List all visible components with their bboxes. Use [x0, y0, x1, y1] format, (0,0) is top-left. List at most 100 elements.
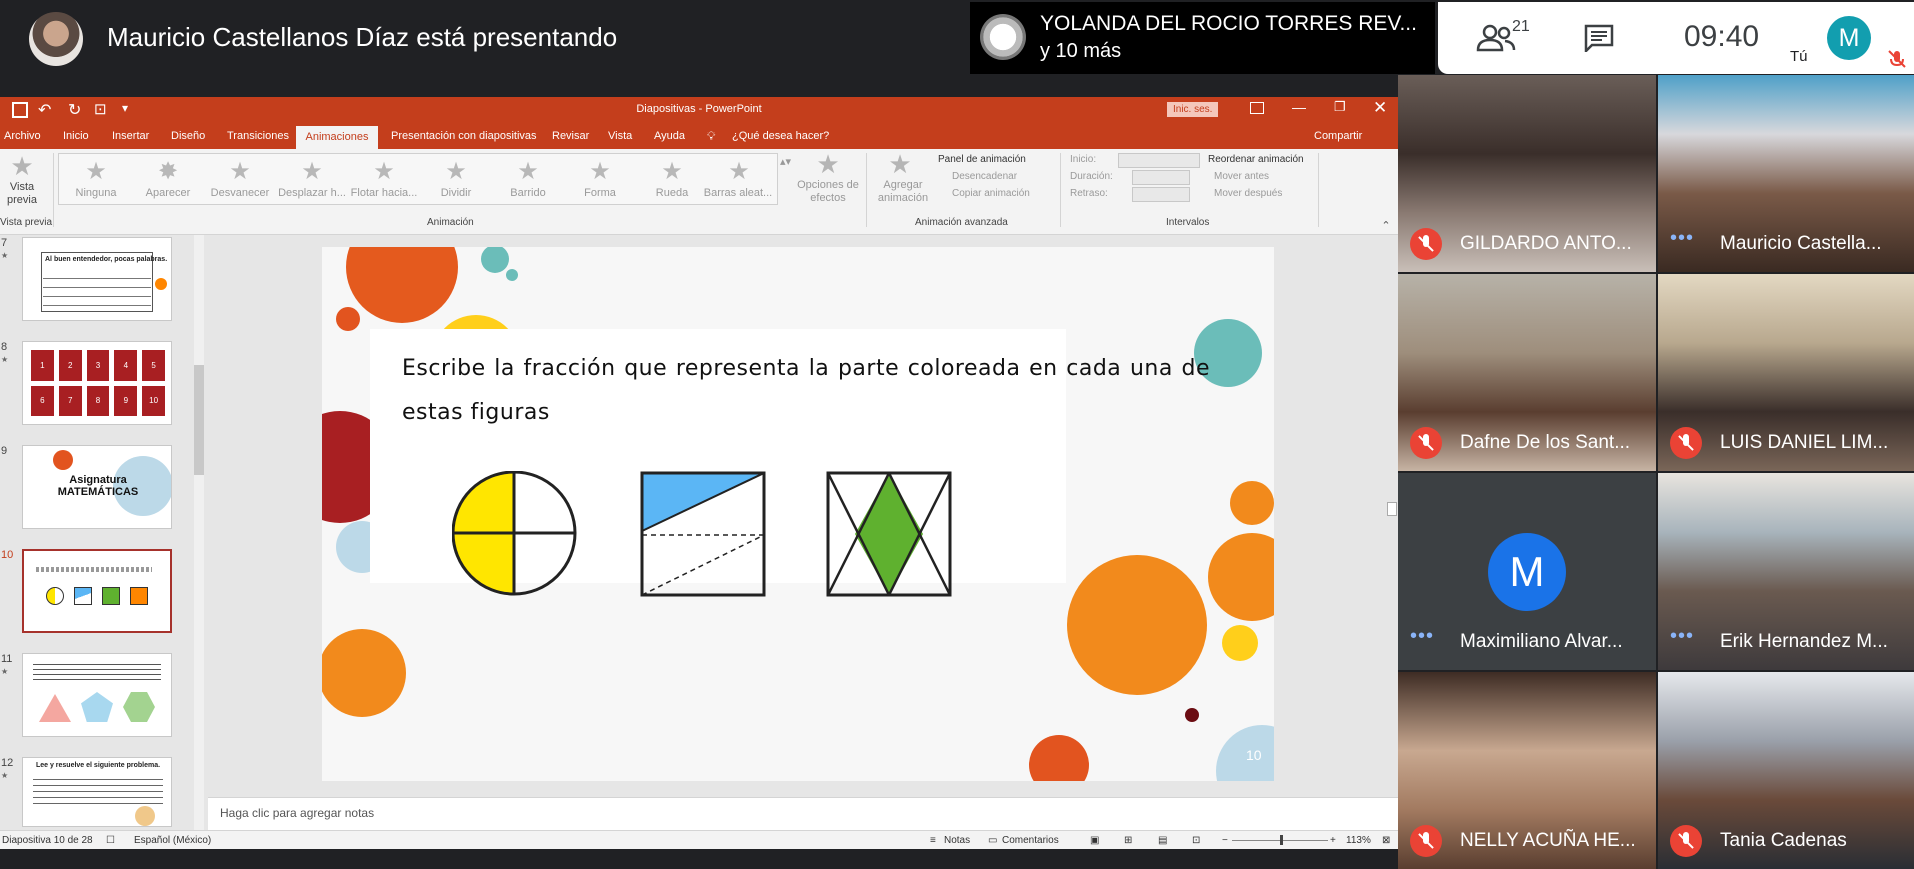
self-label: Tú [1790, 48, 1808, 65]
signin-button[interactable]: Inic. ses. [1167, 102, 1219, 117]
anim-desvanecer[interactable]: Desvanecer [205, 187, 275, 199]
trigger-button[interactable]: Desencadenar [952, 171, 1017, 182]
zoom-in-icon[interactable]: + [1330, 835, 1336, 846]
participant-tile[interactable]: GILDARDO ANTO... [1398, 75, 1656, 272]
minimize-icon[interactable]: — [1292, 99, 1306, 115]
tab-diseno[interactable]: Diseño [171, 130, 205, 142]
duration-input[interactable] [1132, 170, 1190, 185]
participant-tile[interactable]: M ••• Maximiliano Alvar... [1398, 473, 1656, 670]
thumb-pizza [135, 806, 155, 826]
clock: 09:40 [1684, 20, 1760, 53]
active-speaker-box[interactable]: YOLANDA DEL ROCIO TORRES REV... y 10 más [970, 2, 1435, 74]
reading-view-icon[interactable]: ▤ [1158, 835, 1167, 846]
slide-thumbnail-9[interactable]: Asignatura MATEMÁTICAS [22, 445, 172, 529]
thumbnails-scroll-thumb[interactable] [194, 365, 204, 475]
slide-thumbnail-10[interactable] [22, 549, 172, 633]
tab-revisar[interactable]: Revisar [552, 130, 589, 142]
chat-icon[interactable] [1584, 24, 1614, 52]
gallery-scroll-icon[interactable]: ▴▾ [780, 155, 791, 168]
anim-desplazar[interactable]: Desplazar h... [277, 187, 347, 199]
participant-tile[interactable]: ••• Mauricio Castella... [1658, 75, 1914, 272]
tab-presentacion[interactable]: Presentación con diapositivas [391, 130, 537, 142]
anim-forma[interactable]: Forma [565, 187, 635, 199]
participant-name: LUIS DANIEL LIM... [1720, 432, 1889, 453]
star-icon: ★ [373, 158, 395, 185]
slide-canvas[interactable]: Escribe la fracción que representa la pa… [322, 247, 1274, 781]
notes-placeholder: Haga clic para agregar notas [220, 806, 375, 820]
tab-animaciones[interactable]: Animaciones [296, 126, 378, 149]
self-avatar[interactable]: M [1827, 16, 1871, 60]
zoom-out-icon[interactable]: − [1222, 835, 1228, 846]
slide-thumbnail-12[interactable]: Lee y resuelve el siguiente problema. [22, 757, 172, 827]
tab-ayuda[interactable]: Ayuda [654, 130, 685, 142]
mic-off-icon [1410, 427, 1442, 459]
tab-archivo[interactable]: Archivo [4, 130, 41, 142]
powerpoint-window: ↶ ↻ ⊡ ▾ Diapositivas - PowerPoint Inic. … [0, 97, 1398, 849]
move-later-button[interactable]: Mover después [1214, 188, 1282, 199]
mic-off-icon [1670, 427, 1702, 459]
mic-off-icon[interactable] [1886, 48, 1908, 70]
comments-toggle[interactable]: Comentarios [1002, 835, 1059, 846]
effect-options-button[interactable]: Opciones de efectos [796, 179, 860, 205]
thumb-text-line [36, 567, 152, 572]
ribbon-separator [866, 153, 867, 227]
participant-tile[interactable]: Dafne De los Sant... [1398, 274, 1656, 471]
animation-star-icon: ★ [1, 355, 9, 364]
people-icon[interactable] [1476, 24, 1516, 52]
advanced-group-label: Animación avanzada [915, 217, 1008, 228]
slide-scroll-thumb[interactable] [1387, 502, 1397, 516]
slideshow-icon[interactable]: ⊡ [1192, 835, 1200, 846]
participant-tile[interactable]: ••• Erik Hernandez M... [1658, 473, 1914, 670]
ppt-title-bar: ↶ ↻ ⊡ ▾ Diapositivas - PowerPoint Inic. … [0, 97, 1398, 123]
tab-transiciones[interactable]: Transiciones [227, 130, 289, 142]
fit-slide-icon[interactable]: ⊠ [1382, 835, 1390, 846]
tab-inicio[interactable]: Inicio [63, 130, 89, 142]
restore-icon[interactable]: ❐ [1334, 99, 1346, 115]
collapse-ribbon-icon[interactable]: ⌃ [1380, 219, 1392, 232]
thumbnails-scrollbar[interactable] [194, 235, 204, 830]
anim-flotar[interactable]: Flotar hacia... [349, 187, 419, 199]
participant-name: Mauricio Castella... [1720, 233, 1882, 254]
add-animation-button[interactable]: Agregar animación [872, 179, 934, 205]
copy-animation-button[interactable]: Copiar animación [952, 188, 1030, 199]
anim-aparecer[interactable]: Aparecer [133, 187, 203, 199]
zoom-slider-knob[interactable] [1280, 835, 1283, 845]
preview-button[interactable]: Vista previa [2, 181, 42, 207]
ribbon-display-options-icon[interactable] [1250, 102, 1264, 114]
tell-me-search[interactable]: ¿Qué desea hacer? [732, 130, 829, 142]
zoom-level[interactable]: 113% [1346, 835, 1371, 846]
close-icon[interactable]: ✕ [1373, 98, 1387, 118]
thumb-grid-cell: 5 [142, 350, 165, 381]
notes-toggle[interactable]: Notas [944, 835, 970, 846]
thumb-grid-cell: 4 [114, 350, 138, 381]
normal-view-icon[interactable]: ▣ [1090, 835, 1099, 846]
tab-insertar[interactable]: Insertar [112, 130, 149, 142]
slide-thumbnail-11[interactable] [22, 653, 172, 737]
notes-pane[interactable]: Haga clic para agregar notas [208, 797, 1398, 830]
tab-vista[interactable]: Vista [608, 130, 632, 142]
participant-tile[interactable]: LUIS DANIEL LIM... [1658, 274, 1914, 471]
start-label: Inicio: [1070, 154, 1097, 165]
anim-ninguna[interactable]: Ninguna [61, 187, 131, 199]
thumb-pentagon [81, 692, 113, 722]
start-select[interactable] [1118, 153, 1200, 168]
anim-rueda[interactable]: Rueda [637, 187, 707, 199]
anim-dividir[interactable]: Dividir [421, 187, 491, 199]
comments-icon: ▭ [988, 835, 998, 846]
spellcheck-icon[interactable]: ☐ [106, 835, 115, 846]
delay-input[interactable] [1132, 187, 1190, 202]
star-icon: ✸ [157, 158, 179, 185]
slide-thumbnail-7[interactable]: Al buen entendedor, pocas palabras. [22, 237, 172, 321]
move-earlier-button[interactable]: Mover antes [1214, 171, 1269, 182]
participant-tile[interactable]: NELLY ACUÑA HE... [1398, 672, 1656, 869]
anim-barras[interactable]: Barras aleat... [703, 187, 773, 199]
language-status[interactable]: Español (México) [134, 835, 211, 846]
slide-sorter-icon[interactable]: ⊞ [1124, 835, 1132, 846]
participant-tile[interactable]: Tania Cadenas [1658, 672, 1914, 869]
anim-barrido[interactable]: Barrido [493, 187, 563, 199]
share-button[interactable]: Compartir [1314, 130, 1362, 142]
duration-label: Duración: [1070, 171, 1113, 182]
slide-thumbnail-8[interactable]: 1 2 3 4 5 6 7 8 9 10 [22, 341, 172, 425]
preview-group-label: Vista previa [0, 217, 53, 228]
animation-pane-button[interactable]: Panel de animación [938, 154, 1026, 165]
